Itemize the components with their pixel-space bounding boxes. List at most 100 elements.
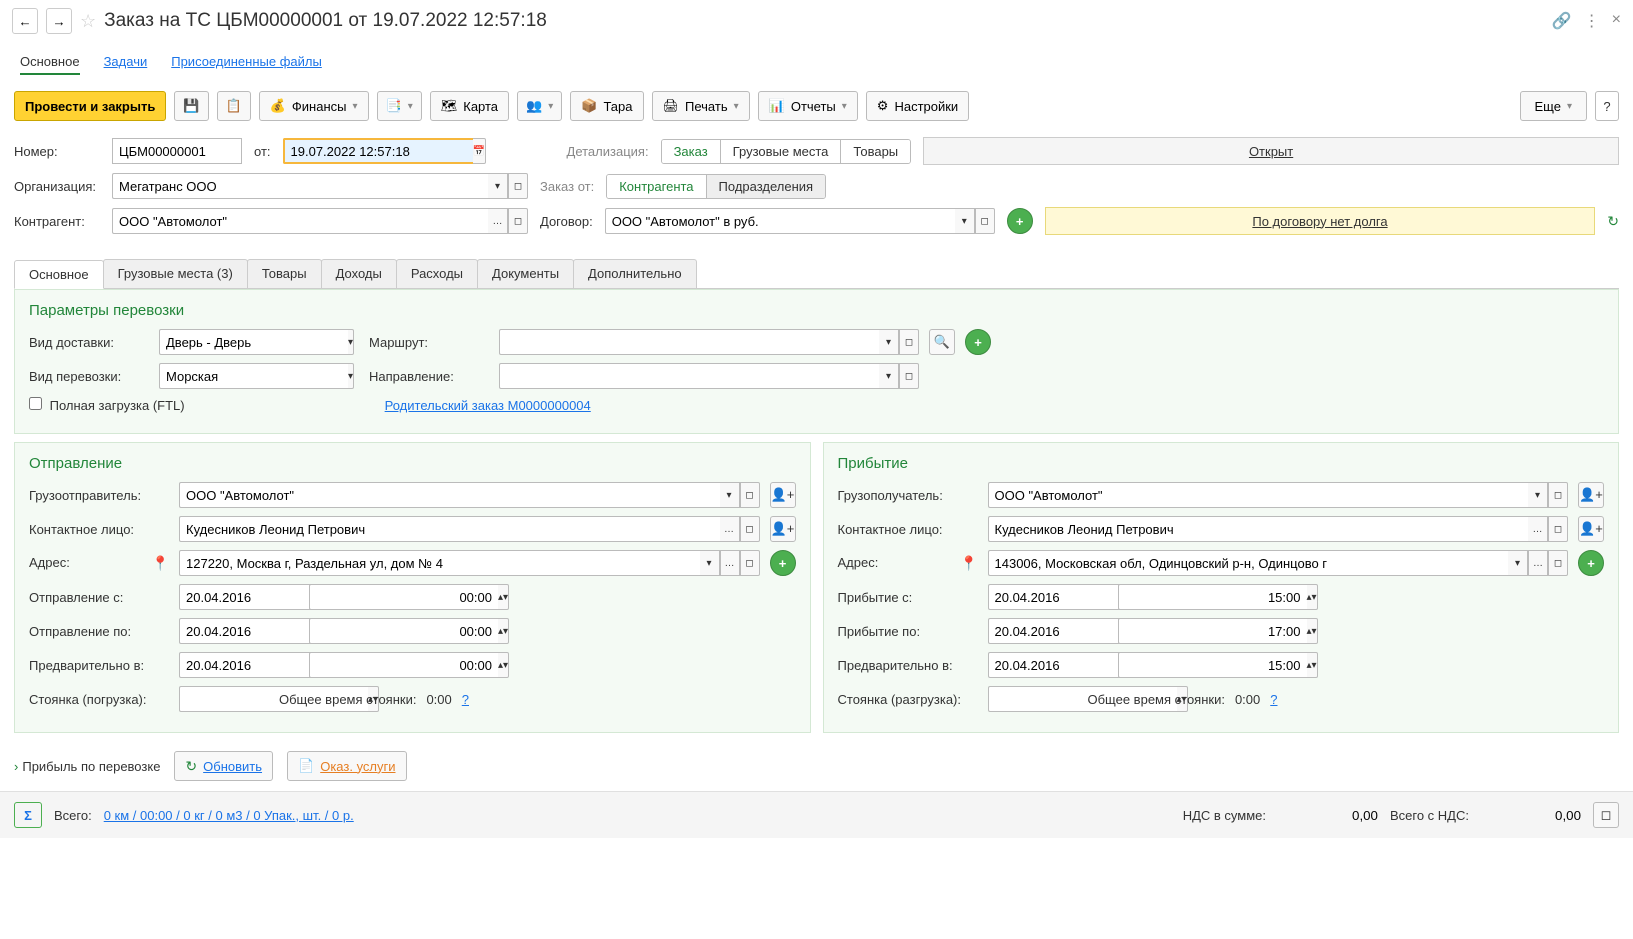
ftl-checkbox[interactable]: Полная загрузка (FTL) bbox=[29, 397, 185, 413]
ellipsis-icon[interactable]: … bbox=[1528, 516, 1548, 542]
open-ref-icon[interactable]: ◻ bbox=[899, 329, 919, 355]
transport-input[interactable] bbox=[159, 363, 348, 389]
add-person-icon[interactable]: 👤+ bbox=[1578, 482, 1604, 508]
tab-cargo[interactable]: Грузовые места (3) bbox=[103, 259, 248, 288]
finance-button[interactable]: 💰 Финансы bbox=[259, 91, 369, 121]
chevron-down-icon[interactable]: ▾ bbox=[700, 550, 720, 576]
spinner-icon[interactable]: ▴▾ bbox=[498, 584, 509, 610]
tab-income[interactable]: Доходы bbox=[321, 259, 397, 288]
nav-tasks[interactable]: Задачи bbox=[104, 50, 148, 75]
arr-address-input[interactable] bbox=[988, 550, 1509, 576]
forward-button[interactable]: → bbox=[46, 8, 72, 34]
ellipsis-icon[interactable]: … bbox=[720, 516, 740, 542]
chevron-down-icon[interactable]: ▾ bbox=[1508, 550, 1528, 576]
chevron-down-icon[interactable]: ▾ bbox=[955, 208, 975, 234]
open-ref-icon[interactable]: ◻ bbox=[1548, 482, 1568, 508]
profit-toggle[interactable]: ›Прибыль по перевозке bbox=[14, 759, 160, 774]
copy-button[interactable]: 📑 bbox=[377, 91, 422, 121]
chevron-down-icon[interactable]: ▾ bbox=[720, 482, 740, 508]
help-button[interactable]: ? bbox=[1595, 91, 1619, 121]
expand-totals-icon[interactable]: ◻ bbox=[1593, 802, 1619, 828]
post-close-button[interactable]: Провести и закрыть bbox=[14, 91, 166, 121]
help-icon[interactable]: ? bbox=[1270, 692, 1277, 707]
tab-main[interactable]: Основное bbox=[14, 260, 104, 289]
tara-button[interactable]: 📦 Тара bbox=[570, 91, 643, 121]
number-input[interactable] bbox=[112, 138, 242, 164]
seg-counter[interactable]: Контрагента bbox=[607, 175, 706, 198]
open-ref-icon[interactable]: ◻ bbox=[975, 208, 995, 234]
direction-input[interactable] bbox=[499, 363, 879, 389]
dep-to-time[interactable] bbox=[309, 618, 498, 644]
refresh-profit-button[interactable]: ↻ Обновить bbox=[174, 751, 273, 781]
people-button[interactable]: 👥 bbox=[517, 91, 562, 121]
add-person-icon[interactable]: 👤+ bbox=[770, 516, 796, 542]
arr-contact-input[interactable] bbox=[988, 516, 1529, 542]
route-input[interactable] bbox=[499, 329, 879, 355]
totals-summary-link[interactable]: 0 км / 00:00 / 0 кг / 0 м3 / 0 Упак., шт… bbox=[104, 808, 354, 823]
open-status[interactable]: Открыт bbox=[923, 137, 1619, 165]
chevron-down-icon[interactable]: ▾ bbox=[879, 363, 899, 389]
dep-pre-time[interactable] bbox=[309, 652, 498, 678]
spinner-icon[interactable]: ▴▾ bbox=[1307, 652, 1318, 678]
open-ref-icon[interactable]: ◻ bbox=[899, 363, 919, 389]
kebab-icon[interactable]: ⋮ bbox=[1584, 11, 1600, 31]
no-debt-badge[interactable]: По договору нет долга bbox=[1045, 207, 1596, 235]
chevron-down-icon[interactable]: ▾ bbox=[348, 329, 354, 355]
close-icon[interactable]: × bbox=[1612, 11, 1621, 31]
services-button[interactable]: 📄 Оказ. услуги bbox=[287, 751, 406, 781]
open-ref-icon[interactable]: ◻ bbox=[740, 550, 760, 576]
spinner-icon[interactable]: ▴▾ bbox=[498, 618, 509, 644]
nav-main[interactable]: Основное bbox=[20, 50, 80, 75]
arr-from-time[interactable] bbox=[1118, 584, 1307, 610]
add-person-icon[interactable]: 👤+ bbox=[770, 482, 796, 508]
chevron-down-icon[interactable]: ▾ bbox=[348, 363, 354, 389]
open-ref-icon[interactable]: ◻ bbox=[740, 482, 760, 508]
save-button[interactable]: 💾 bbox=[174, 91, 208, 121]
spinner-icon[interactable]: ▴▾ bbox=[1307, 618, 1318, 644]
dep-from-time[interactable] bbox=[309, 584, 498, 610]
arr-to-time[interactable] bbox=[1118, 618, 1307, 644]
seg-goods[interactable]: Товары bbox=[841, 140, 910, 163]
arr-pre-time[interactable] bbox=[1118, 652, 1307, 678]
open-ref-icon[interactable]: ◻ bbox=[508, 173, 528, 199]
ellipsis-icon[interactable]: … bbox=[1528, 550, 1548, 576]
delivery-input[interactable] bbox=[159, 329, 348, 355]
add-address-button[interactable]: + bbox=[1578, 550, 1604, 576]
ellipsis-icon[interactable]: … bbox=[488, 208, 508, 234]
contract-input[interactable] bbox=[605, 208, 955, 234]
add-route-button[interactable]: + bbox=[965, 329, 991, 355]
parent-order-link[interactable]: Родительский заказ М0000000004 bbox=[385, 398, 591, 413]
help-icon[interactable]: ? bbox=[462, 692, 469, 707]
ellipsis-icon[interactable]: … bbox=[720, 550, 740, 576]
org-input[interactable] bbox=[112, 173, 488, 199]
tab-docs[interactable]: Документы bbox=[477, 259, 574, 288]
add-contract-button[interactable]: + bbox=[1007, 208, 1033, 234]
add-address-button[interactable]: + bbox=[770, 550, 796, 576]
reports-button[interactable]: 📊 Отчеты bbox=[758, 91, 858, 121]
search-route-button[interactable]: 🔍 bbox=[929, 329, 955, 355]
open-ref-icon[interactable]: ◻ bbox=[1548, 516, 1568, 542]
seg-order[interactable]: Заказ bbox=[662, 140, 721, 163]
chevron-down-icon[interactable]: ▾ bbox=[879, 329, 899, 355]
map-button[interactable]: 🗺 Карта bbox=[430, 91, 509, 121]
chevron-down-icon[interactable]: ▾ bbox=[488, 173, 508, 199]
dep-contact-input[interactable] bbox=[179, 516, 720, 542]
link-icon[interactable]: 🔗 bbox=[1552, 11, 1572, 31]
open-ref-icon[interactable]: ◻ bbox=[740, 516, 760, 542]
add-person-icon[interactable]: 👤+ bbox=[1578, 516, 1604, 542]
spinner-icon[interactable]: ▴▾ bbox=[498, 652, 509, 678]
tab-goods[interactable]: Товары bbox=[247, 259, 322, 288]
seg-dept[interactable]: Подразделения bbox=[707, 175, 826, 198]
tab-expense[interactable]: Расходы bbox=[396, 259, 478, 288]
date-input[interactable] bbox=[283, 138, 473, 164]
shipper-input[interactable] bbox=[179, 482, 720, 508]
sigma-icon[interactable]: Σ bbox=[14, 802, 42, 828]
favorite-icon[interactable]: ☆ bbox=[80, 11, 96, 32]
refresh-doc-button[interactable]: 📋 bbox=[217, 91, 251, 121]
more-button[interactable]: Еще bbox=[1520, 91, 1587, 121]
tab-extra[interactable]: Дополнительно bbox=[573, 259, 697, 288]
open-ref-icon[interactable]: ◻ bbox=[508, 208, 528, 234]
consignee-input[interactable] bbox=[988, 482, 1529, 508]
dep-address-input[interactable] bbox=[179, 550, 700, 576]
seg-cargo[interactable]: Грузовые места bbox=[721, 140, 842, 163]
